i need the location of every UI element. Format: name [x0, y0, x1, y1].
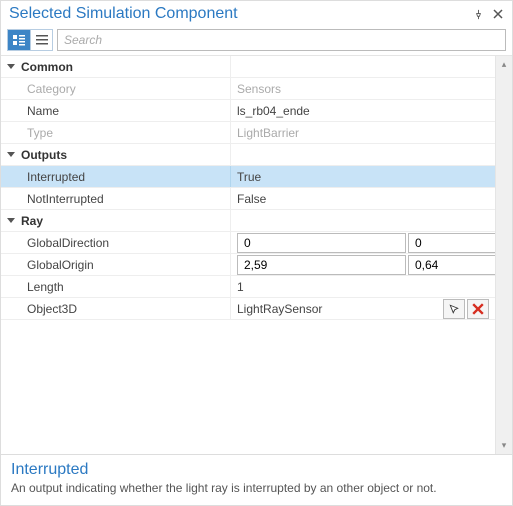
close-icon[interactable] [490, 6, 506, 22]
global-direction-y[interactable] [408, 233, 495, 253]
pin-icon[interactable] [470, 6, 486, 22]
group-header-ray[interactable]: Ray [1, 210, 495, 232]
row-length[interactable]: Length 1 [1, 276, 495, 298]
row-interrupted[interactable]: Interrupted True [1, 166, 495, 188]
row-name[interactable]: Name ls_rb04_ende [1, 100, 495, 122]
prop-label: Length [1, 276, 231, 297]
row-object3d[interactable]: Object3D LightRaySensor [1, 298, 495, 320]
group-header-outputs[interactable]: Outputs [1, 144, 495, 166]
prop-value[interactable]: True [231, 166, 495, 187]
prop-label: Interrupted [1, 166, 231, 187]
title-bar: Selected Simulation Component [1, 1, 512, 25]
view-categorized-button[interactable] [8, 30, 30, 50]
group-label: Common [21, 60, 73, 74]
prop-value[interactable]: 1 [231, 276, 495, 297]
global-origin-x[interactable] [237, 255, 406, 275]
chevron-down-icon [7, 218, 15, 223]
scroll-up-icon[interactable]: ▴ [496, 56, 512, 73]
prop-label: GlobalOrigin [1, 254, 231, 275]
prop-value[interactable]: False [231, 188, 495, 209]
row-category: Category Sensors [1, 78, 495, 100]
view-toggle [7, 29, 53, 51]
global-direction-x[interactable] [237, 233, 406, 253]
description-pane: Interrupted An output indicating whether… [1, 454, 512, 505]
row-not-interrupted[interactable]: NotInterrupted False [1, 188, 495, 210]
scroll-down-icon[interactable]: ▾ [496, 437, 512, 454]
property-grid-wrap: Common Category Sensors Name ls_rb04_end… [1, 55, 512, 454]
prop-label: GlobalDirection [1, 232, 231, 253]
row-global-origin[interactable]: GlobalOrigin Pick [1, 254, 495, 276]
description-title: Interrupted [11, 461, 502, 479]
window-title: Selected Simulation Component [9, 5, 238, 23]
row-type: Type LightBarrier [1, 122, 495, 144]
vertical-scrollbar[interactable]: ▴ ▾ [495, 56, 512, 454]
toolbar [1, 25, 512, 55]
group-label: Outputs [21, 148, 67, 162]
prop-value: LightBarrier [231, 122, 495, 143]
prop-label: NotInterrupted [1, 188, 231, 209]
prop-value: LightRaySensor [237, 302, 441, 316]
row-global-direction[interactable]: GlobalDirection X Y Z [1, 232, 495, 254]
prop-label: Type [1, 122, 231, 143]
global-origin-y[interactable] [408, 255, 495, 275]
property-grid: Common Category Sensors Name ls_rb04_end… [1, 56, 495, 454]
prop-label: Name [1, 100, 231, 121]
pick-object-button[interactable] [443, 299, 465, 319]
prop-value: Sensors [231, 78, 495, 99]
search-input[interactable] [57, 29, 506, 51]
chevron-down-icon [7, 152, 15, 157]
description-body: An output indicating whether the light r… [11, 481, 502, 495]
prop-value[interactable]: ls_rb04_ende [231, 100, 495, 121]
clear-object-button[interactable] [467, 299, 489, 319]
prop-label: Category [1, 78, 231, 99]
chevron-down-icon [7, 64, 15, 69]
view-list-button[interactable] [30, 30, 52, 50]
group-label: Ray [21, 214, 43, 228]
prop-label: Object3D [1, 298, 231, 319]
group-header-common[interactable]: Common [1, 56, 495, 78]
